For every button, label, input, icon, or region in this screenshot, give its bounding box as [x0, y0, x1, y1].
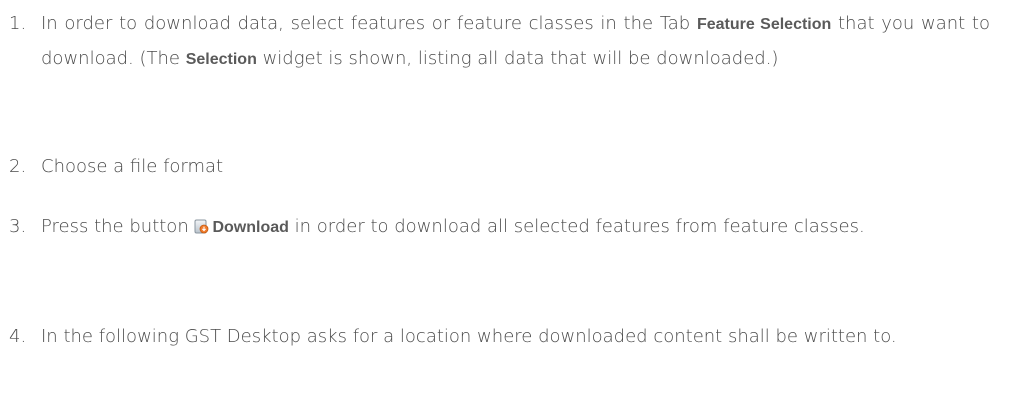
step-text: Press the button Download in order to do…: [41, 210, 990, 245]
step-text-part: in order to download all selected featur…: [288, 216, 865, 237]
list-item: 2. Choose a file format: [0, 150, 990, 184]
step-number: 3.: [9, 216, 27, 237]
step-text: Choose a file format: [41, 150, 990, 184]
ui-term-download: Download: [212, 219, 289, 236]
ui-term-selection: Selection: [185, 51, 257, 68]
list-item: 3. Press the button Download in order to…: [0, 210, 990, 245]
list-item: 4. In the following GST Desktop asks for…: [0, 320, 990, 354]
download-icon: [194, 212, 209, 234]
instruction-list: 1. In order to download data, select fea…: [0, 0, 1019, 407]
step-text-part: Choose a file format: [41, 156, 224, 177]
step-number: 2.: [9, 156, 27, 177]
step-text-part: In order to download data, select featur…: [41, 13, 697, 34]
ui-term-feature-selection: Feature Selection: [696, 16, 832, 33]
step-text-part: widget is shown, listing all data that w…: [256, 48, 779, 69]
list-item: 1. In order to download data, select fea…: [0, 7, 990, 77]
step-text: In the following GST Desktop asks for a …: [41, 320, 990, 354]
step-text: In order to download data, select featur…: [41, 7, 990, 77]
step-number: 1.: [9, 13, 27, 34]
step-text-part: In the following GST Desktop asks for a …: [41, 326, 897, 347]
step-number: 4.: [9, 326, 27, 347]
step-text-part: Press the button: [41, 216, 195, 237]
